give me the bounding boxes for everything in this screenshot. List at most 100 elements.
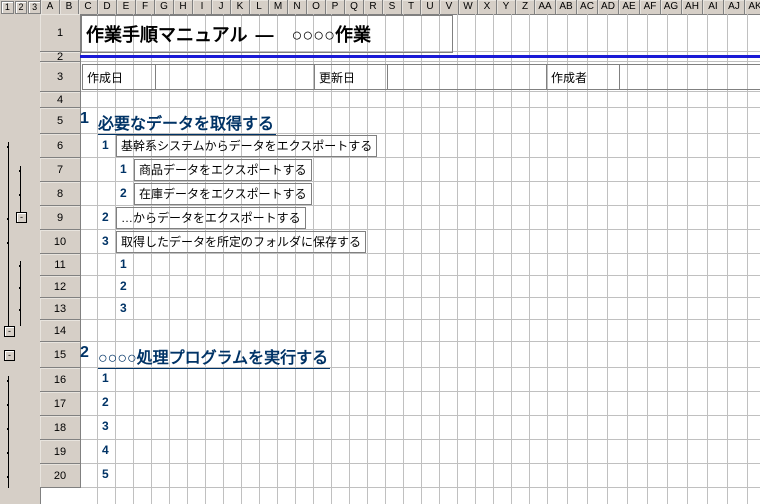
row-9: 92…からデータをエクスポートする [40,206,760,230]
row-11: 111 [40,254,760,276]
col-header-U[interactable]: U [421,0,440,14]
col-header-G[interactable]: G [155,0,174,14]
row-header-20[interactable]: 20 [40,464,81,488]
col-header-Z[interactable]: Z [516,0,535,14]
col-header-Q[interactable]: Q [345,0,364,14]
col-header-AB[interactable]: AB [556,0,577,14]
col-header-AK[interactable]: AK [745,0,760,14]
row-header-12[interactable]: 12 [40,276,81,298]
outline-level-1[interactable]: 1 [1,1,14,14]
spreadsheet-viewport: 1 2 3 --- ABCDEFGHIJKLMNOPQRSTUVWXYZAAAB… [0,0,760,504]
row-header-16[interactable]: 16 [40,368,81,392]
col-header-H[interactable]: H [174,0,193,14]
row-4: 4 [40,92,760,108]
item-text-r7: 商品データをエクスポートする [134,159,312,181]
section1-title: 必要なデータを取得する [98,110,276,135]
row-header-6[interactable]: 6 [40,134,81,158]
row-header-3[interactable]: 3 [40,62,81,92]
row-20: 20 5 [40,464,760,488]
item-number-r12: 2 [120,279,127,293]
item-number-r11: 1 [120,257,127,271]
row-16: 161 [40,368,760,392]
col-header-T[interactable]: T [402,0,421,14]
col-header-AI[interactable]: AI [703,0,724,14]
row-header-10[interactable]: 10 [40,230,81,254]
col-header-F[interactable]: F [136,0,155,14]
col-header-K[interactable]: K [231,0,250,14]
col-header-C[interactable]: C [79,0,98,14]
item-number-r10: 3 [102,234,109,248]
row-header-4[interactable]: 4 [40,92,81,108]
row-3: 3作成日更新日作成者 [40,62,760,92]
col-header-Y[interactable]: Y [497,0,516,14]
col-header-E[interactable]: E [117,0,136,14]
row-8: 82在庫データをエクスポートする [40,182,760,206]
col-header-J[interactable]: J [212,0,231,14]
item-text-r6: 基幹系システムからデータをエクスポートする [116,135,377,157]
title-main: 作業手順マニュアル [82,21,251,47]
row-7: 7 1 商品データをエクスポートする [40,158,760,182]
item-number-r17: 2 [102,395,109,409]
meta-value-updated [387,64,546,90]
row-2: 2 [40,52,760,62]
divider-blue [80,55,760,58]
row-header-9[interactable]: 9 [40,206,81,230]
row-15: 152○○○○処理プログラムを実行する [40,342,760,368]
item-number-r20: 5 [102,467,109,481]
col-header-AF[interactable]: AF [640,0,661,14]
col-header-D[interactable]: D [98,0,117,14]
col-header-AG[interactable]: AG [661,0,682,14]
item-text-r9: …からデータをエクスポートする [116,207,306,229]
col-header-AE[interactable]: AE [619,0,640,14]
outline-level-2[interactable]: 2 [15,1,28,14]
outline-collapse-group1a[interactable]: - [16,212,27,223]
col-header-R[interactable]: R [364,0,383,14]
col-header-N[interactable]: N [288,0,307,14]
meta-label-author: 作成者 [546,64,619,90]
col-header-L[interactable]: L [250,0,269,14]
col-header-X[interactable]: X [478,0,497,14]
col-header-AA[interactable]: AA [535,0,556,14]
row-header-13[interactable]: 13 [40,298,81,320]
row-19: 19 4 [40,440,760,464]
row-header-15[interactable]: 15 [40,342,81,368]
outline-collapse-group1[interactable]: - [4,326,15,337]
row-10: 10 3 取得したデータを所定のフォルダに保存する [40,230,760,254]
outline-collapse-section1[interactable]: - [4,350,15,361]
row-17: 17 2 [40,392,760,416]
col-header-AD[interactable]: AD [598,0,619,14]
row-header-18[interactable]: 18 [40,416,81,440]
row-18: 18 3 [40,416,760,440]
row-header-7[interactable]: 7 [40,158,81,182]
row-header-2[interactable]: 2 [40,52,81,62]
col-header-AH[interactable]: AH [682,0,703,14]
col-header-V[interactable]: V [440,0,459,14]
col-header-M[interactable]: M [269,0,288,14]
col-header-S[interactable]: S [383,0,402,14]
col-header-P[interactable]: P [326,0,345,14]
col-header-W[interactable]: W [459,0,478,14]
meta-label-created: 作成日 [82,64,155,90]
col-header-AJ[interactable]: AJ [724,0,745,14]
col-header-AC[interactable]: AC [577,0,598,14]
item-number-r19: 4 [102,443,109,457]
col-header-O[interactable]: O [307,0,326,14]
row-header-11[interactable]: 11 [40,254,81,276]
row-header-14[interactable]: 14 [40,320,81,342]
row-header-1[interactable]: 1 [40,14,81,52]
row-header-5[interactable]: 5 [40,108,81,134]
meta-table: 作成日更新日作成者 [82,64,760,88]
row-header-8[interactable]: 8 [40,182,81,206]
row-5: 51必要なデータを取得する [40,108,760,134]
col-header-B[interactable]: B [60,0,79,14]
col-header-I[interactable]: I [193,0,212,14]
col-header-A[interactable]: A [41,0,60,14]
row-header-17[interactable]: 17 [40,392,81,416]
item-text-r10: 取得したデータを所定のフォルダに保存する [116,231,366,253]
item-number-r18: 3 [102,419,109,433]
row-header-19[interactable]: 19 [40,440,81,464]
rows-container: 1作業手順マニュアル― ○○○○作業23作成日更新日作成者451必要なデータを取… [40,14,760,504]
title-sub: ― ○○○○作業 [251,21,375,47]
item-number-r7: 1 [120,162,127,176]
row-12: 12 2 [40,276,760,298]
